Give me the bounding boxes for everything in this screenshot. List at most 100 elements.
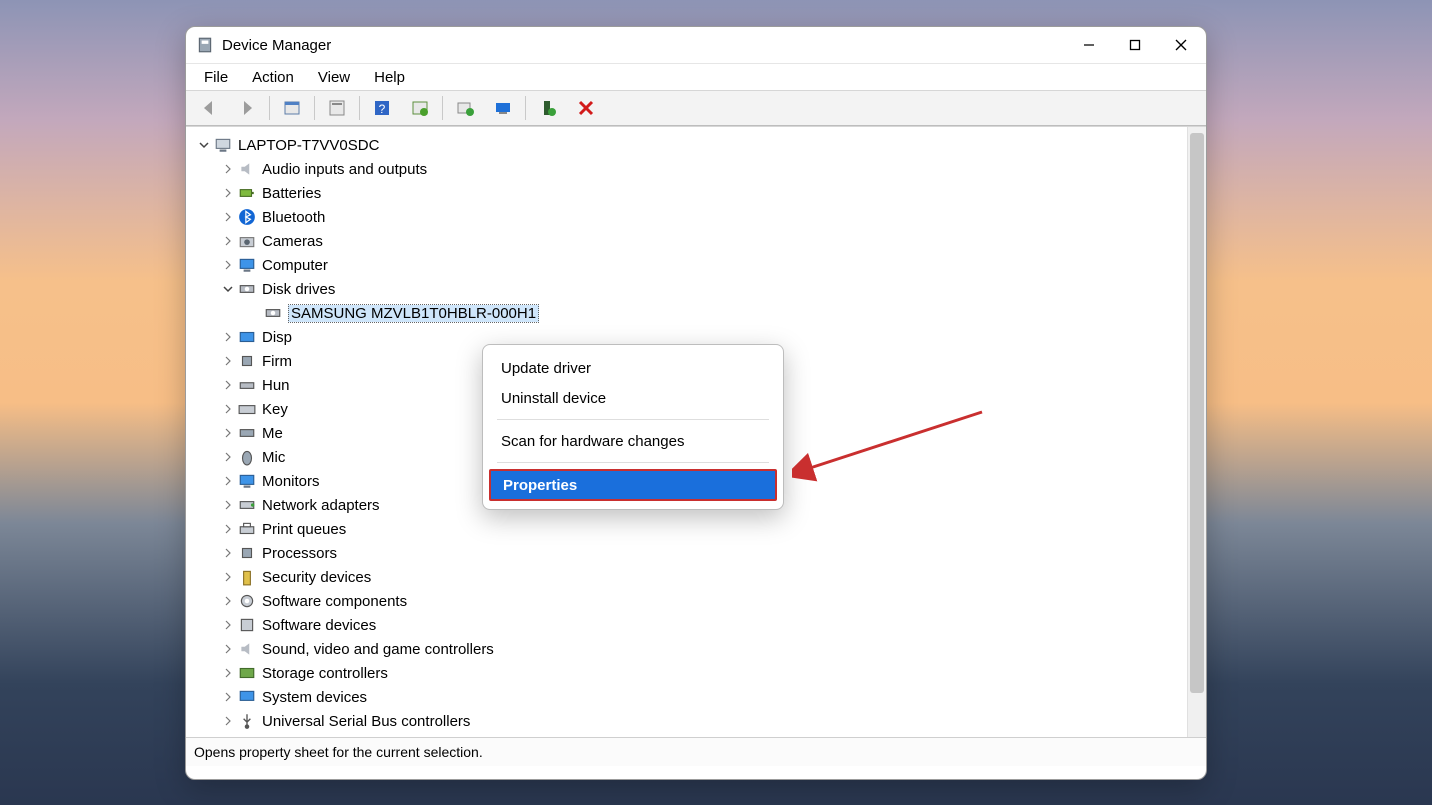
category-system[interactable]: System devices: [192, 685, 1187, 709]
category-usb-connector[interactable]: USB Connector Managers: [192, 733, 1187, 737]
maximize-button[interactable]: [1112, 29, 1158, 61]
hid-icon: [238, 376, 256, 394]
mouse-icon: [238, 448, 256, 466]
context-update-driver[interactable]: Update driver: [483, 353, 783, 383]
desktop-background: Device Manager File Action View Help ?: [0, 0, 1432, 805]
show-hidden-button[interactable]: [274, 93, 310, 123]
window-title: Device Manager: [222, 37, 331, 54]
minimize-button[interactable]: [1066, 29, 1112, 61]
category-storage[interactable]: Storage controllers: [192, 661, 1187, 685]
chevron-right-icon[interactable]: [222, 643, 234, 655]
status-text: Opens property sheet for the current sel…: [194, 744, 483, 760]
chevron-right-icon[interactable]: [222, 691, 234, 703]
chevron-right-icon[interactable]: [222, 427, 234, 439]
chevron-right-icon[interactable]: [222, 715, 234, 727]
display-adapter-icon: [238, 328, 256, 346]
category-sound[interactable]: Sound, video and game controllers: [192, 637, 1187, 661]
category-security[interactable]: Security devices: [192, 565, 1187, 589]
monitor-icon: [238, 256, 256, 274]
root-label: LAPTOP-T7VV0SDC: [238, 137, 379, 154]
category-software-devices[interactable]: Software devices: [192, 613, 1187, 637]
printer-icon: [238, 520, 256, 538]
back-button[interactable]: [191, 93, 227, 123]
properties-toolbar-button[interactable]: [319, 93, 355, 123]
chevron-right-icon[interactable]: [222, 571, 234, 583]
context-properties[interactable]: Properties: [489, 469, 777, 501]
close-button[interactable]: [1158, 29, 1204, 61]
context-separator: [497, 462, 769, 463]
update-driver-toolbar-button[interactable]: [402, 93, 438, 123]
category-processors[interactable]: Processors: [192, 541, 1187, 565]
chevron-down-icon[interactable]: [222, 283, 234, 295]
device-samsung-disk[interactable]: SAMSUNG MZVLB1T0HBLR-000H1: [192, 301, 1187, 325]
category-software-components[interactable]: Software components: [192, 589, 1187, 613]
keyboard-icon: [238, 400, 256, 418]
root-node[interactable]: LAPTOP-T7VV0SDC: [192, 133, 1187, 157]
security-icon: [238, 568, 256, 586]
memory-icon: [238, 424, 256, 442]
network-icon: [238, 496, 256, 514]
system-device-icon: [238, 688, 256, 706]
category-bluetooth[interactable]: Bluetooth: [192, 205, 1187, 229]
software-icon: [238, 616, 256, 634]
category-computer[interactable]: Computer: [192, 253, 1187, 277]
chevron-right-icon[interactable]: [222, 451, 234, 463]
monitor-icon: [238, 472, 256, 490]
chevron-right-icon[interactable]: [222, 547, 234, 559]
context-uninstall-device[interactable]: Uninstall device: [483, 383, 783, 413]
add-legacy-toolbar-button[interactable]: [530, 93, 566, 123]
chevron-right-icon[interactable]: [222, 667, 234, 679]
chevron-right-icon[interactable]: [222, 403, 234, 415]
chevron-right-icon[interactable]: [222, 619, 234, 631]
camera-icon: [238, 232, 256, 250]
toolbar: ?: [186, 90, 1206, 126]
category-cameras[interactable]: Cameras: [192, 229, 1187, 253]
menu-file[interactable]: File: [192, 67, 240, 88]
menu-help[interactable]: Help: [362, 67, 417, 88]
category-usb[interactable]: Universal Serial Bus controllers: [192, 709, 1187, 733]
chevron-down-icon[interactable]: [198, 139, 210, 151]
speaker-icon: [238, 160, 256, 178]
gear-icon: [238, 592, 256, 610]
chevron-right-icon[interactable]: [222, 331, 234, 343]
vertical-scrollbar[interactable]: [1187, 127, 1206, 737]
category-disk-drives[interactable]: Disk drives: [192, 277, 1187, 301]
context-separator: [497, 419, 769, 420]
scrollbar-thumb[interactable]: [1190, 133, 1204, 693]
menu-view[interactable]: View: [306, 67, 362, 88]
usb-icon: [238, 712, 256, 730]
chevron-right-icon[interactable]: [222, 187, 234, 199]
context-menu: Update driver Uninstall device Scan for …: [482, 344, 784, 510]
chevron-right-icon[interactable]: [222, 211, 234, 223]
svg-text:?: ?: [379, 102, 386, 116]
disk-icon: [264, 304, 282, 322]
uninstall-toolbar-button[interactable]: [447, 93, 483, 123]
computer-icon: [214, 136, 232, 154]
title-bar[interactable]: Device Manager: [186, 27, 1206, 63]
chevron-right-icon[interactable]: [222, 259, 234, 271]
status-bar: Opens property sheet for the current sel…: [186, 737, 1206, 766]
category-audio[interactable]: Audio inputs and outputs: [192, 157, 1187, 181]
help-toolbar-button[interactable]: ?: [364, 93, 400, 123]
chevron-right-icon[interactable]: [222, 355, 234, 367]
context-scan-hardware[interactable]: Scan for hardware changes: [483, 426, 783, 456]
category-print[interactable]: Print queues: [192, 517, 1187, 541]
cpu-icon: [238, 544, 256, 562]
remove-toolbar-button[interactable]: [568, 93, 604, 123]
scan-hardware-toolbar-button[interactable]: [485, 93, 521, 123]
battery-icon: [238, 184, 256, 202]
chevron-right-icon[interactable]: [222, 235, 234, 247]
disk-icon: [238, 280, 256, 298]
app-icon: [196, 36, 214, 54]
category-batteries[interactable]: Batteries: [192, 181, 1187, 205]
chevron-right-icon[interactable]: [222, 475, 234, 487]
chevron-right-icon[interactable]: [222, 523, 234, 535]
menu-bar: File Action View Help: [186, 63, 1206, 90]
chevron-right-icon[interactable]: [222, 163, 234, 175]
chevron-right-icon[interactable]: [222, 499, 234, 511]
forward-button[interactable]: [229, 93, 265, 123]
chevron-right-icon[interactable]: [222, 379, 234, 391]
menu-action[interactable]: Action: [240, 67, 306, 88]
chevron-right-icon[interactable]: [222, 595, 234, 607]
chip-icon: [238, 352, 256, 370]
